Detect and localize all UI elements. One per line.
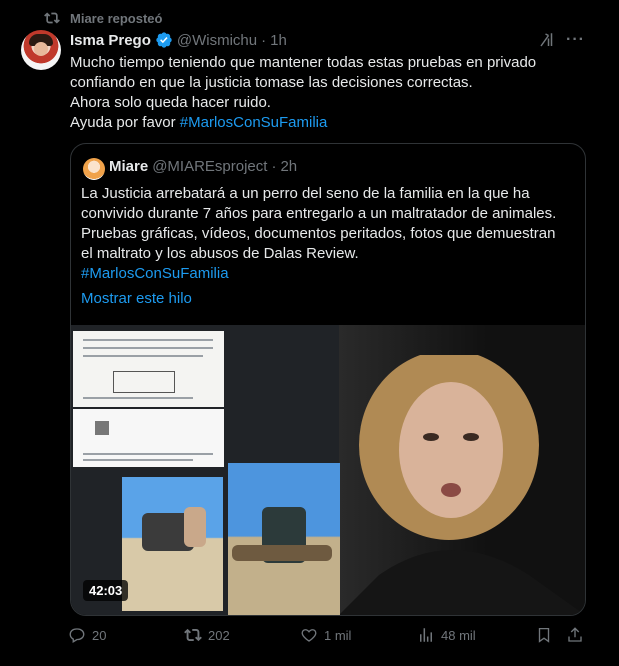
reply-count: 20 xyxy=(92,627,107,643)
repost-label: Miare reposteó xyxy=(70,10,163,26)
beach-photo xyxy=(122,477,223,611)
document-image xyxy=(73,409,224,467)
tweet-text-line: Ayuda por favor #MarlosConSuFamilia xyxy=(70,114,328,131)
video-frame-portrait xyxy=(339,355,585,615)
like-count: 1 mil xyxy=(324,627,352,643)
quoted-author-handle[interactable]: @MIAREsproject xyxy=(152,158,267,175)
hashtag-link[interactable]: #MarlosConSuFamilia xyxy=(81,264,577,284)
tweet-text-line: Ahora solo queda hacer ruido. xyxy=(70,94,271,111)
quoted-tweet-timestamp[interactable]: 2h xyxy=(280,158,297,175)
tweet-text: Mucho tiempo teniendo que mantener todas… xyxy=(70,53,590,133)
quoted-text-line: el maltrato y los abusos de Dalas Review… xyxy=(81,245,359,262)
reply-button[interactable]: 20 xyxy=(68,626,106,644)
heart-icon xyxy=(301,629,317,642)
hashtag-link[interactable]: #MarlosConSuFamilia xyxy=(180,114,328,131)
tweet-header: Isma Prego @Wismichu · 1h xyxy=(70,31,287,49)
separator-dot: · xyxy=(261,31,267,49)
reply-icon xyxy=(69,628,85,643)
show-thread-link[interactable]: Mostrar este hilo xyxy=(81,290,192,307)
author-avatar[interactable] xyxy=(21,30,61,70)
verified-badge-icon[interactable] xyxy=(155,31,173,49)
video-duration-badge: 42:03 xyxy=(83,580,129,601)
repost-indicator[interactable]: Miare reposteó xyxy=(44,10,162,26)
tweet-action-bar: 20 202 1 mil 48 mil xyxy=(68,626,588,648)
quoted-author-name[interactable]: Miare xyxy=(109,158,148,175)
bookmark-icon xyxy=(538,627,550,643)
author-handle[interactable]: @Wismichu xyxy=(177,32,257,49)
share-button[interactable] xyxy=(566,626,584,644)
video-player[interactable]: 42:03 xyxy=(71,325,585,615)
like-button[interactable]: 1 mil xyxy=(300,626,351,644)
tweet-text-line: Mucho tiempo teniendo que mantener todas… xyxy=(70,54,537,71)
quoted-author-avatar[interactable] xyxy=(83,158,105,180)
tweet-text-line: confiando en que la justicia tomase las … xyxy=(70,74,473,91)
quoted-text-line: convivido durante 7 años para entregarlo… xyxy=(81,205,557,222)
timeline-column: Miare reposteó Isma Prego @Wismichu · 1h… xyxy=(0,0,604,666)
analytics-icon xyxy=(420,628,432,642)
quoted-text-line: La Justicia arrebatará a un perro del se… xyxy=(81,185,530,202)
more-options-icon[interactable]: ··· xyxy=(566,31,585,49)
repost-icon xyxy=(44,12,60,24)
document-image xyxy=(73,331,224,407)
beach-photo xyxy=(228,463,340,615)
author-name[interactable]: Isma Prego xyxy=(70,32,151,49)
quoted-tweet[interactable]: Miare @MIAREsproject · 2h La Justicia ar… xyxy=(70,143,586,616)
repost-button[interactable]: 202 xyxy=(184,626,230,644)
views-button[interactable]: 48 mil xyxy=(417,626,476,644)
bookmark-button[interactable] xyxy=(535,626,553,644)
quoted-text-line: Pruebas gráficas, vídeos, documentos per… xyxy=(81,225,556,242)
quoted-tweet-header: Miare @MIAREsproject · 2h xyxy=(109,158,297,175)
repost-count: 202 xyxy=(208,627,230,643)
quoted-tweet-text: La Justicia arrebatará a un perro del se… xyxy=(81,184,577,284)
grok-icon[interactable] xyxy=(538,31,556,49)
separator-dot: · xyxy=(271,158,277,175)
tweet-timestamp[interactable]: 1h xyxy=(270,32,287,49)
scrollbar-track[interactable] xyxy=(603,0,619,666)
share-icon xyxy=(568,627,582,642)
view-count: 48 mil xyxy=(441,627,476,643)
repost-icon xyxy=(184,628,202,642)
